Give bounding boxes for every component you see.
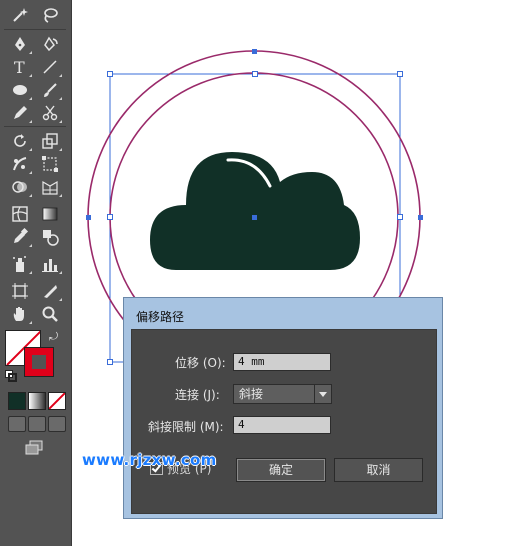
perspective-grid-icon[interactable]: [37, 176, 63, 198]
bbox-handle: [107, 71, 113, 77]
slice-icon[interactable]: [37, 280, 63, 302]
type-icon[interactable]: T: [7, 56, 33, 78]
lasso-icon[interactable]: [37, 4, 63, 26]
zoom-icon[interactable]: [37, 303, 63, 325]
line-segment-icon[interactable]: [37, 56, 63, 78]
draw-inside-icon[interactable]: [48, 416, 66, 432]
offset-path-dialog: 偏移路径 位移 (O): 4 mm 连接 (J): 斜接 斜接限制 (M): 4…: [123, 297, 443, 519]
dialog-title: 偏移路径: [136, 310, 185, 324]
screen-mode-icon[interactable]: [24, 440, 44, 456]
eyedropper-icon[interactable]: [7, 226, 33, 248]
ellipse-icon[interactable]: [7, 79, 33, 101]
miter-limit-input[interactable]: 4: [233, 416, 331, 434]
joins-label: 连接 (J):: [175, 388, 220, 402]
scissors-icon[interactable]: [37, 102, 63, 124]
artboard-icon[interactable]: [7, 280, 33, 302]
shape-builder-icon[interactable]: [7, 176, 33, 198]
bbox-handle: [397, 71, 403, 77]
free-transform-icon[interactable]: [37, 153, 63, 175]
hand-icon[interactable]: [7, 303, 33, 325]
paintbrush-icon[interactable]: [37, 79, 63, 101]
pen-icon[interactable]: [7, 33, 33, 55]
swap-fill-stroke-icon[interactable]: ⤾: [49, 330, 58, 344]
ok-button[interactable]: 确定: [236, 458, 326, 482]
default-colors-icon[interactable]: [5, 370, 17, 382]
blend-icon[interactable]: [37, 226, 63, 248]
joins-select[interactable]: 斜接: [233, 384, 332, 404]
dialog-body: 位移 (O): 4 mm 连接 (J): 斜接 斜接限制 (M): 4 预览 (…: [131, 329, 437, 514]
anchor-point: [252, 49, 257, 54]
draw-normal-icon[interactable]: [8, 416, 26, 432]
none-mode-icon[interactable]: [48, 392, 66, 410]
magic-wand-icon[interactable]: [7, 4, 33, 26]
mesh-icon[interactable]: [7, 203, 33, 225]
gradient-icon[interactable]: [37, 203, 63, 225]
stroke-swatch[interactable]: [24, 347, 54, 377]
miter-limit-label: 斜接限制 (M):: [148, 420, 224, 434]
puppet-warp-icon[interactable]: [7, 153, 33, 175]
scale-icon[interactable]: [37, 130, 63, 152]
anchor-point: [86, 215, 91, 220]
offset-label: 位移 (O):: [175, 356, 226, 370]
symbol-sprayer-icon[interactable]: [7, 253, 33, 275]
color-mode-icon[interactable]: [8, 392, 26, 410]
bbox-handle: [107, 359, 113, 365]
cloud-shape: [150, 152, 360, 270]
chevron-down-icon[interactable]: [314, 385, 331, 403]
anchor-point: [418, 215, 423, 220]
pencil-icon[interactable]: [7, 102, 33, 124]
gradient-mode-icon[interactable]: [28, 392, 46, 410]
joins-selected-value: 斜接: [239, 387, 264, 401]
center-point: [252, 215, 257, 220]
tools-panel: T ⤾: [0, 0, 72, 546]
bbox-handle: [252, 71, 258, 77]
curvature-icon[interactable]: [37, 33, 63, 55]
watermark-text: www.rjzxw.com: [82, 451, 217, 469]
rotate-icon[interactable]: [7, 130, 33, 152]
offset-input[interactable]: 4 mm: [233, 353, 331, 371]
cancel-button[interactable]: 取消: [334, 458, 423, 482]
column-graph-icon[interactable]: [37, 253, 63, 275]
bbox-handle: [397, 214, 403, 220]
svg-text:T: T: [14, 58, 25, 76]
bbox-handle: [107, 214, 113, 220]
fill-stroke-swatches: ⤾: [5, 330, 61, 382]
draw-behind-icon[interactable]: [28, 416, 46, 432]
